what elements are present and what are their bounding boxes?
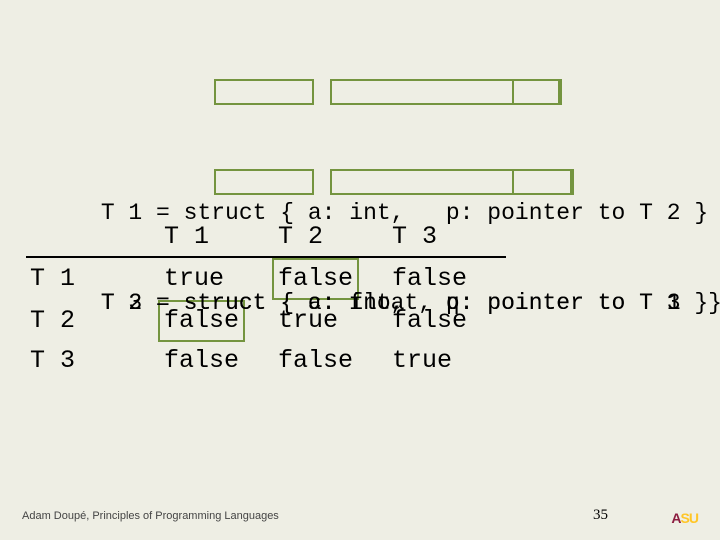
logo-a: A xyxy=(671,510,680,526)
def-text: T 1 = struct { a: int, p: pointer to T 2… xyxy=(101,200,708,226)
highlight-box xyxy=(512,169,572,195)
type-definitions: T 1 = struct { a: int, p: pointer to T 2… xyxy=(18,18,720,348)
def-line-2: T 2 = struct { c: int, q: pointer to T 3… xyxy=(18,168,720,198)
table-cell: false xyxy=(164,342,278,380)
def-text: T 3 = struct { a: float, p: pointer to T… xyxy=(101,290,708,316)
asu-logo: ASU xyxy=(671,510,698,526)
row-header: T 3 xyxy=(26,342,164,380)
slide: T 1 = struct { a: int, p: pointer to T 2… xyxy=(0,0,720,540)
logo-su: SU xyxy=(681,510,698,526)
highlight-box xyxy=(214,79,314,105)
footer: Adam Doupé, Principles of Programming La… xyxy=(22,504,698,522)
table-cell: true xyxy=(392,342,506,380)
table-row: T 3 false false true xyxy=(26,342,506,380)
page-number: 35 xyxy=(593,507,608,524)
highlight-box xyxy=(214,169,314,195)
highlight-box xyxy=(512,79,560,105)
def-line-1: T 1 = struct { a: int, p: pointer to T 2… xyxy=(18,78,720,108)
table-cell: false xyxy=(278,342,392,380)
footer-credits: Adam Doupé, Principles of Programming La… xyxy=(22,510,279,522)
